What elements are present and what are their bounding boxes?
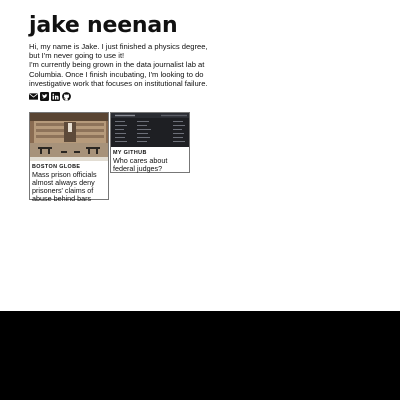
intro-section: jake neenan Hi, my name is Jake. I just … <box>29 12 219 102</box>
github-icon[interactable] <box>62 92 71 101</box>
bio-paragraph-2: I'm currently being grown in the data jo… <box>29 60 208 88</box>
project-card-boston-globe[interactable]: BOSTON GLOBE Mass prison officials almos… <box>29 112 109 203</box>
twitter-icon[interactable] <box>40 92 49 102</box>
footer-band <box>0 311 400 400</box>
linkedin-icon[interactable] <box>51 92 60 102</box>
page-title: jake neenan <box>29 13 178 38</box>
social-links <box>29 92 219 102</box>
card-title: Who cares about federal judges? <box>113 156 168 173</box>
card-source: BOSTON GLOBE <box>32 164 81 170</box>
card-source: MY GITHUB <box>113 150 147 156</box>
prison-photo-thumbnail <box>30 113 108 161</box>
bio-paragraph-1: Hi, my name is Jake. I just finished a p… <box>29 42 208 61</box>
email-icon[interactable] <box>29 92 38 101</box>
bio: Hi, my name is Jake. I just finished a p… <box>29 42 219 88</box>
project-card-my-github[interactable]: MY GITHUB Who cares about federal judges… <box>110 112 190 173</box>
card-title: Mass prison officials almost always deny… <box>32 170 97 203</box>
github-table-thumbnail <box>111 113 189 147</box>
